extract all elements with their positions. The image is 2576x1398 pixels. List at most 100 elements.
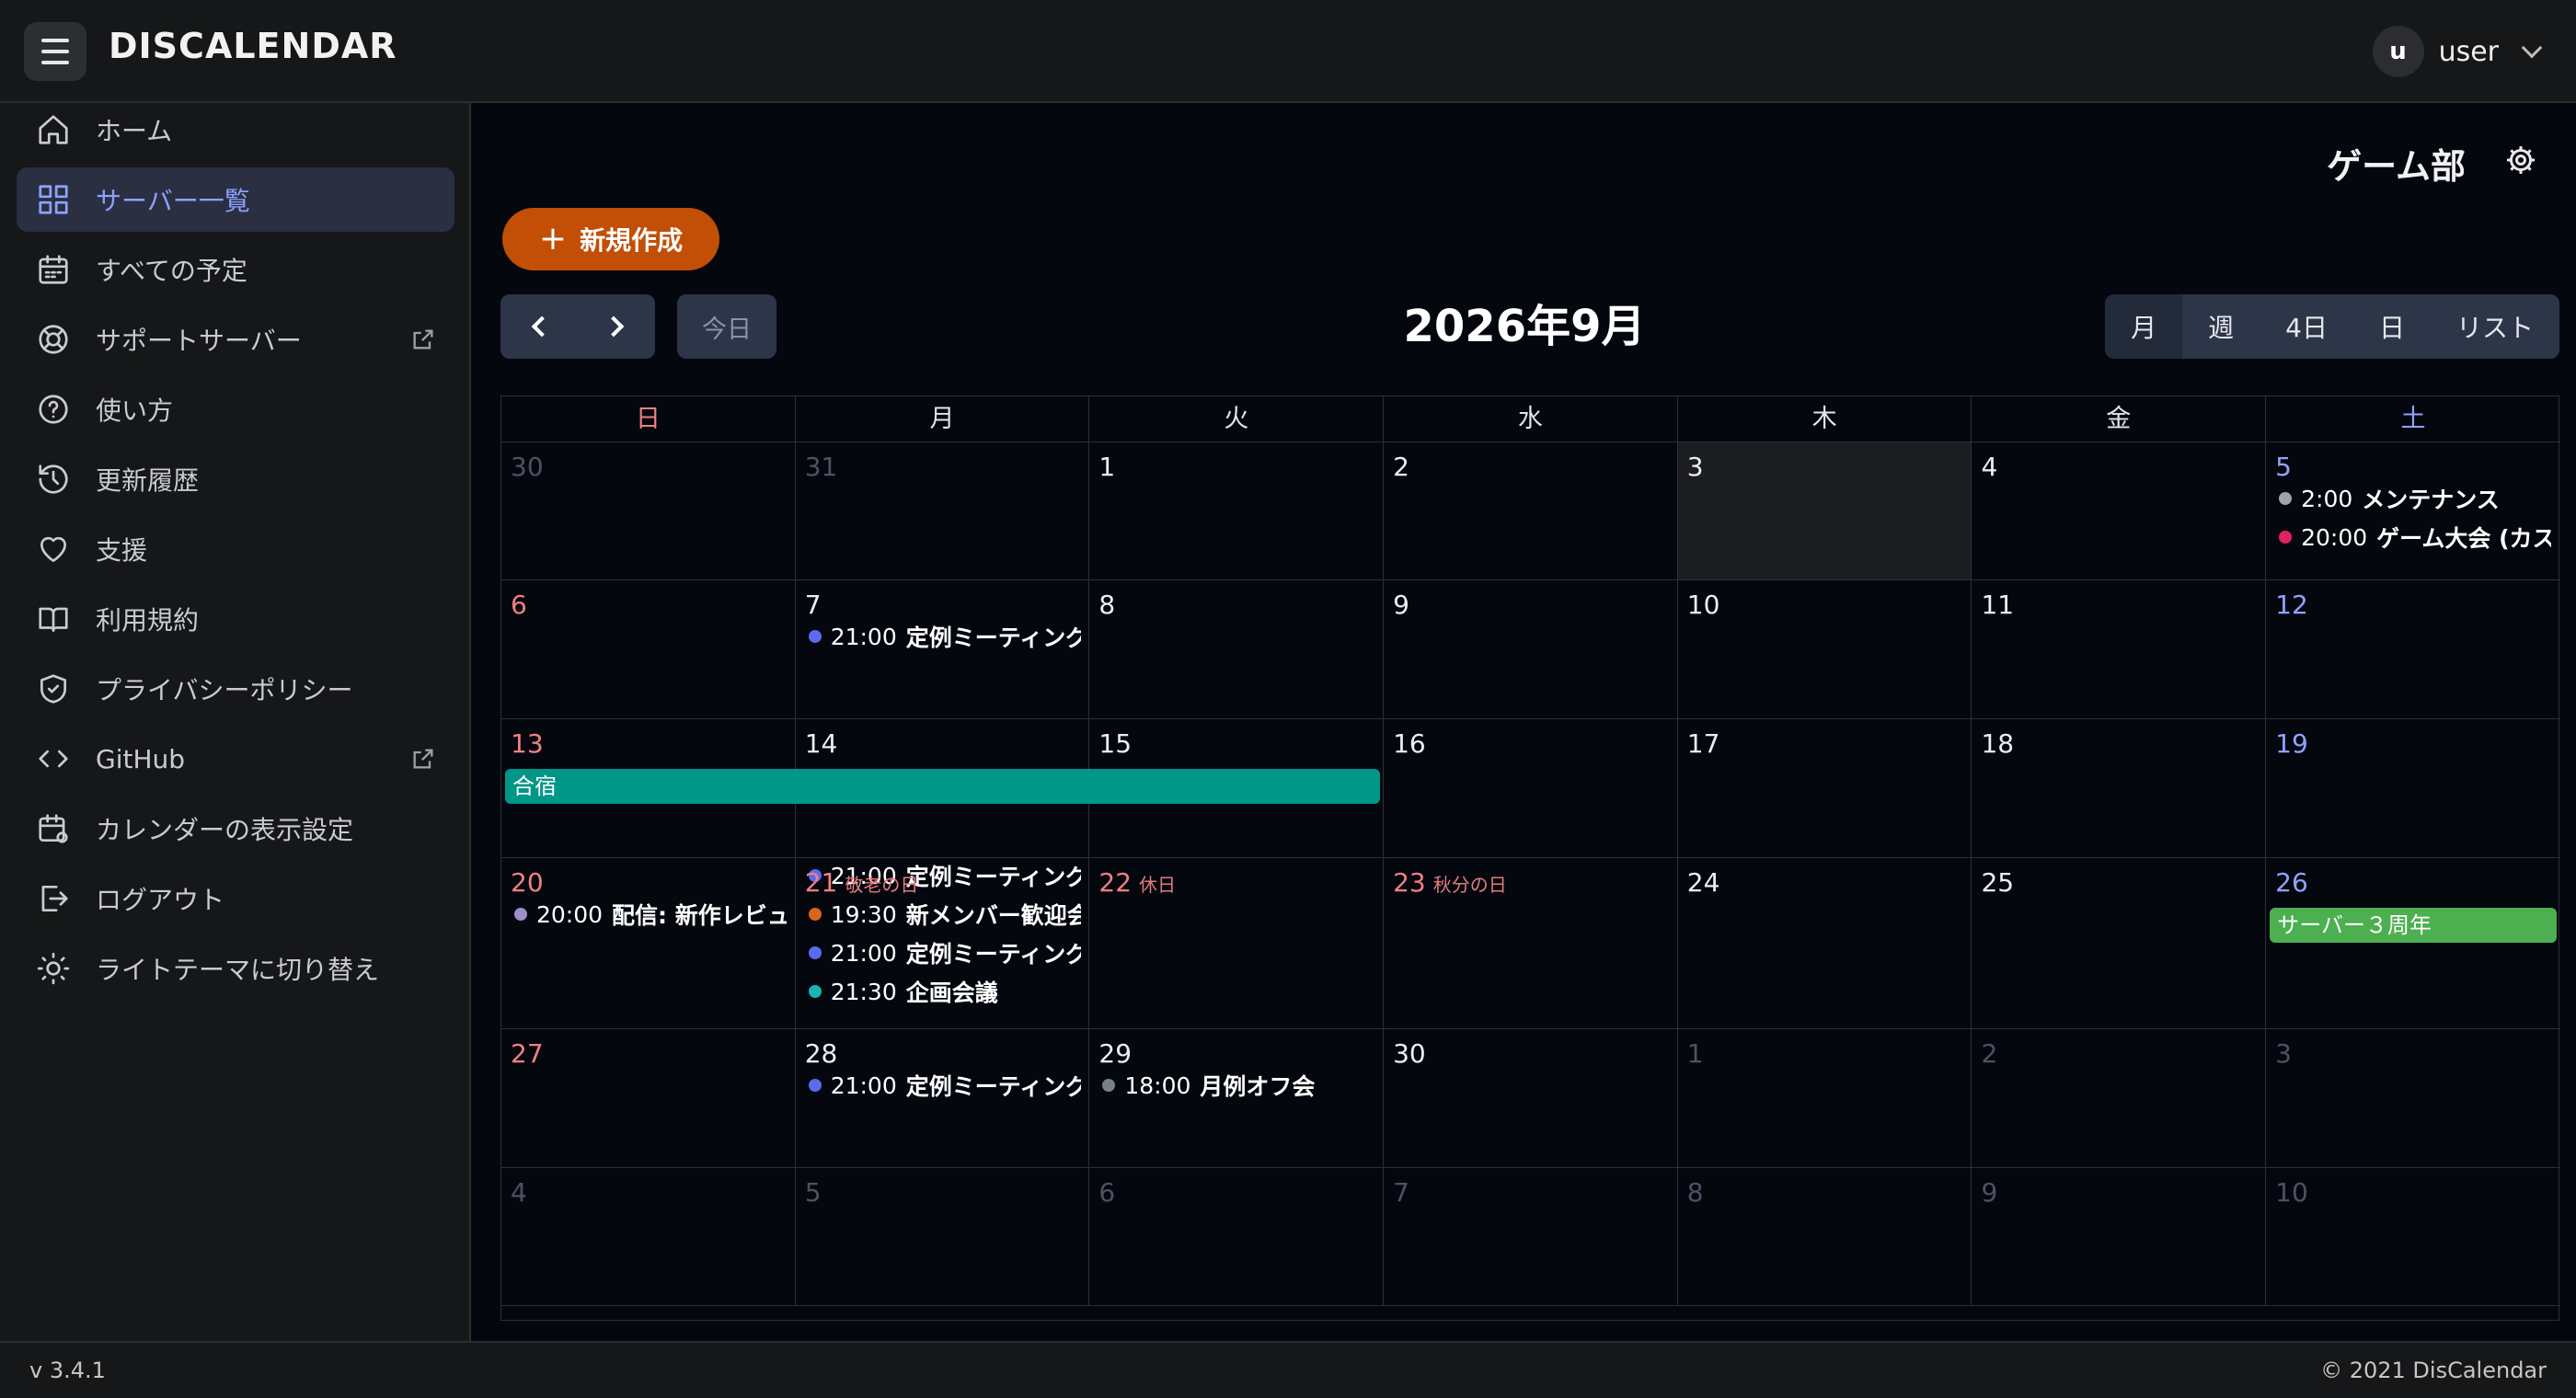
- brand-logo[interactable]: DISCALENDAR: [109, 26, 397, 66]
- day-cell[interactable]: 4: [1972, 442, 2267, 579]
- day-cell[interactable]: 25: [1972, 858, 2267, 1028]
- day-cell[interactable]: 18: [1972, 719, 2267, 857]
- day-cell[interactable]: 26: [2266, 858, 2560, 1028]
- view-list-button[interactable]: リスト: [2431, 294, 2559, 359]
- day-cell[interactable]: 31: [796, 442, 1090, 579]
- book-icon: [35, 601, 72, 637]
- day-cell[interactable]: 21 敬老の日 19:30 新メンバー歓迎会 21:00 定例ミーティング 21:30 企画会…: [796, 858, 1090, 1028]
- day-cell[interactable]: 10: [2266, 1168, 2560, 1305]
- calendar-event[interactable]: 19:30 新メンバー歓迎会: [808, 899, 1081, 930]
- day-cell[interactable]: 7: [1384, 1168, 1678, 1305]
- event-time: 20:00: [536, 900, 604, 928]
- multi-day-event[interactable]: 合宿: [505, 769, 1381, 804]
- day-cell[interactable]: 24: [1678, 858, 1972, 1028]
- calendar-event[interactable]: 20:00 ゲーム大会 (カスタ: [2279, 521, 2551, 553]
- multi-day-event[interactable]: サーバー３周年: [2270, 908, 2557, 943]
- event-color-dot: [808, 946, 822, 959]
- day-cell[interactable]: 3: [1677, 442, 1972, 579]
- calendar-event[interactable]: 18:00 月例オフ会: [1102, 1070, 1374, 1101]
- username: user: [2438, 35, 2499, 68]
- event-title: 定例ミーティング: [905, 625, 1081, 651]
- day-cell[interactable]: 29 18:00 月例オフ会: [1089, 1029, 1385, 1167]
- calendar-event[interactable]: 21:00 定例ミーティング: [808, 621, 1081, 652]
- day-number: 17: [1686, 728, 1720, 759]
- weekday-header-cell: 月: [796, 396, 1090, 442]
- day-cell[interactable]: 11: [1972, 580, 2267, 718]
- sidebar-item-shield[interactable]: プライバシーポリシー: [17, 657, 454, 721]
- day-number: 13: [511, 728, 544, 759]
- day-cell[interactable]: 30: [501, 442, 796, 579]
- weekday-header-cell: 水: [1384, 396, 1678, 442]
- sidebar-item-heart[interactable]: 支援: [17, 517, 454, 581]
- day-cell[interactable]: 4: [501, 1168, 796, 1305]
- new-event-button[interactable]: + 新規作成: [502, 208, 719, 270]
- sidebar-item-home[interactable]: ホーム: [17, 97, 454, 162]
- hamburger-menu-button[interactable]: [24, 22, 86, 81]
- sidebar-item-logout[interactable]: ログアウト: [17, 866, 454, 931]
- view-4day-button[interactable]: 4日: [2260, 294, 2353, 359]
- calendar-settings-icon: [35, 810, 72, 847]
- day-cell[interactable]: 8: [1678, 1168, 1972, 1305]
- calendar-event[interactable]: 21:30 企画会議: [808, 976, 1081, 1007]
- day-number: 26: [2275, 867, 2308, 898]
- sun-icon: [35, 950, 72, 987]
- event-title: メンテナンス: [2362, 487, 2500, 513]
- day-cell[interactable]: 23 秋分の日: [1384, 858, 1678, 1028]
- event-color-dot: [1102, 1079, 1116, 1092]
- day-cell[interactable]: 2020:00 配信: 新作レビュー: [501, 858, 796, 1028]
- sidebar-item-lifebuoy[interactable]: サポートサーバー: [17, 307, 454, 372]
- calendar-event[interactable]: 20:00 配信: 新作レビュー: [514, 899, 787, 930]
- day-cell[interactable]: 6: [1089, 1168, 1385, 1305]
- sidebar-item-code[interactable]: GitHub: [17, 727, 454, 791]
- day-cell[interactable]: 10: [1678, 580, 1972, 718]
- day-cell[interactable]: 22 休日: [1089, 858, 1385, 1028]
- view-day-button[interactable]: 日: [2353, 294, 2431, 359]
- view-month-button[interactable]: 月: [2105, 294, 2183, 359]
- day-cell[interactable]: 3: [2266, 1029, 2560, 1167]
- day-cell[interactable]: 19: [2266, 719, 2560, 857]
- day-cell[interactable]: 30: [1384, 1029, 1678, 1167]
- event-title: 新メンバー歓迎会: [905, 902, 1081, 929]
- day-cell[interactable]: 12: [2266, 580, 2560, 718]
- gear-icon[interactable]: [2504, 143, 2537, 177]
- sidebar-item-grid[interactable]: サーバー一覧: [17, 167, 454, 232]
- event-time: 21:00: [830, 939, 897, 967]
- day-cell[interactable]: 27: [501, 1029, 796, 1167]
- day-cell[interactable]: 7 21:00 定例ミーティング: [796, 580, 1090, 718]
- sidebar-item-sun[interactable]: ライトテーマに切り替え: [17, 936, 454, 1001]
- day-number: 24: [1686, 867, 1720, 898]
- day-cell[interactable]: 6: [501, 580, 796, 718]
- day-cell[interactable]: 28 21:00 定例ミーティング: [796, 1029, 1090, 1167]
- sidebar-item-label: GitHub: [96, 743, 186, 774]
- sidebar-item-history[interactable]: 更新履歴: [17, 447, 454, 511]
- sidebar-item-calendar[interactable]: すべての予定: [17, 237, 454, 302]
- day-number: 10: [2275, 1177, 2308, 1208]
- day-cell[interactable]: 1: [1089, 442, 1385, 579]
- calendar-event[interactable]: 21:00 定例ミーティング: [808, 1070, 1081, 1101]
- event-time: 20:00: [2301, 523, 2368, 551]
- day-cell[interactable]: 8: [1089, 580, 1385, 718]
- day-number: 12: [2275, 590, 2308, 620]
- user-menu[interactable]: u user: [2372, 26, 2543, 77]
- shield-icon: [35, 670, 72, 707]
- day-cell[interactable]: 17: [1678, 719, 1972, 857]
- day-cell[interactable]: 5: [796, 1168, 1090, 1305]
- new-event-label: 新規作成: [580, 225, 684, 256]
- day-number: 4: [1981, 452, 1998, 482]
- sidebar-item-book[interactable]: 利用規約: [17, 587, 454, 651]
- day-cell[interactable]: 5 2:00 メンテナンス 20:00 ゲーム大会 (カスタ: [2266, 442, 2560, 579]
- sidebar-item-help[interactable]: 使い方: [17, 377, 454, 441]
- event-color-dot: [2279, 492, 2293, 505]
- day-cell[interactable]: 1: [1678, 1029, 1972, 1167]
- day-number: 6: [511, 590, 527, 620]
- view-week-button[interactable]: 週: [2182, 294, 2260, 359]
- day-cell[interactable]: 16: [1384, 719, 1678, 857]
- calendar-event[interactable]: 21:00 定例ミーティング: [808, 937, 1081, 968]
- day-cell[interactable]: 2: [1972, 1029, 2267, 1167]
- calendar-event[interactable]: 2:00 メンテナンス: [2279, 483, 2551, 514]
- day-cell[interactable]: 2: [1384, 442, 1678, 579]
- event-time: 19:30: [830, 900, 897, 928]
- sidebar-item-calendar-settings[interactable]: カレンダーの表示設定: [17, 796, 454, 861]
- day-cell[interactable]: 9: [1972, 1168, 2267, 1305]
- day-cell[interactable]: 9: [1384, 580, 1678, 718]
